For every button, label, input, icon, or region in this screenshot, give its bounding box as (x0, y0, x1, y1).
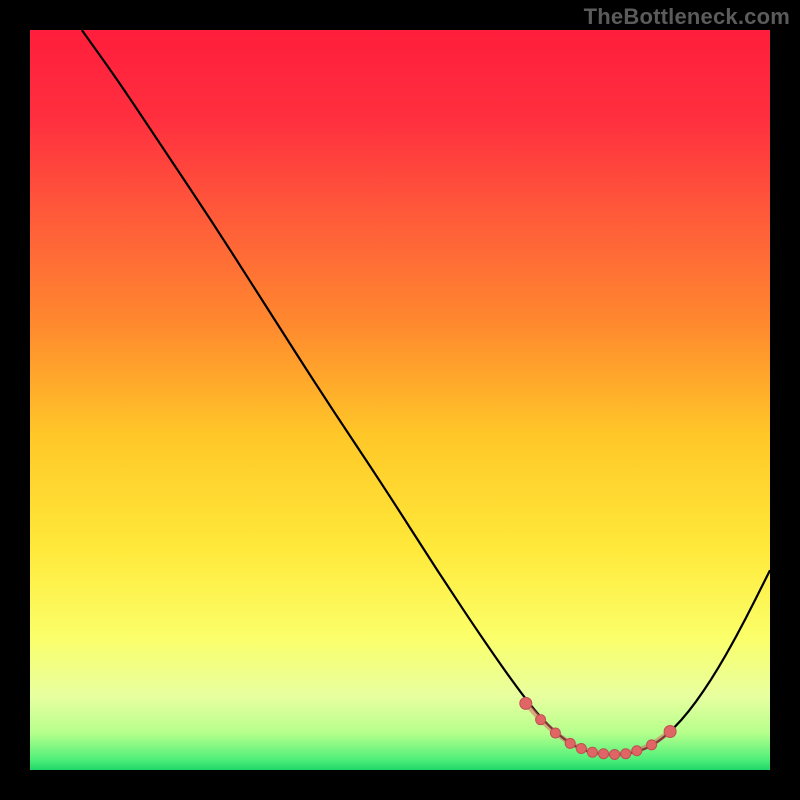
minimum-marker (610, 749, 620, 759)
minimum-marker (664, 726, 676, 738)
minimum-marker (587, 747, 597, 757)
minimum-marker (621, 749, 631, 759)
minimum-marker (536, 715, 546, 725)
minimum-marker (576, 744, 586, 754)
minimum-marker (632, 746, 642, 756)
minimum-marker (565, 738, 575, 748)
chart-frame: TheBottleneck.com (0, 0, 800, 800)
minimum-marker (599, 749, 609, 759)
watermark-text: TheBottleneck.com (584, 4, 790, 30)
bottleneck-chart (0, 0, 800, 800)
minimum-marker (550, 728, 560, 738)
minimum-marker (520, 697, 532, 709)
minimum-marker (647, 740, 657, 750)
plot-background (30, 30, 770, 770)
